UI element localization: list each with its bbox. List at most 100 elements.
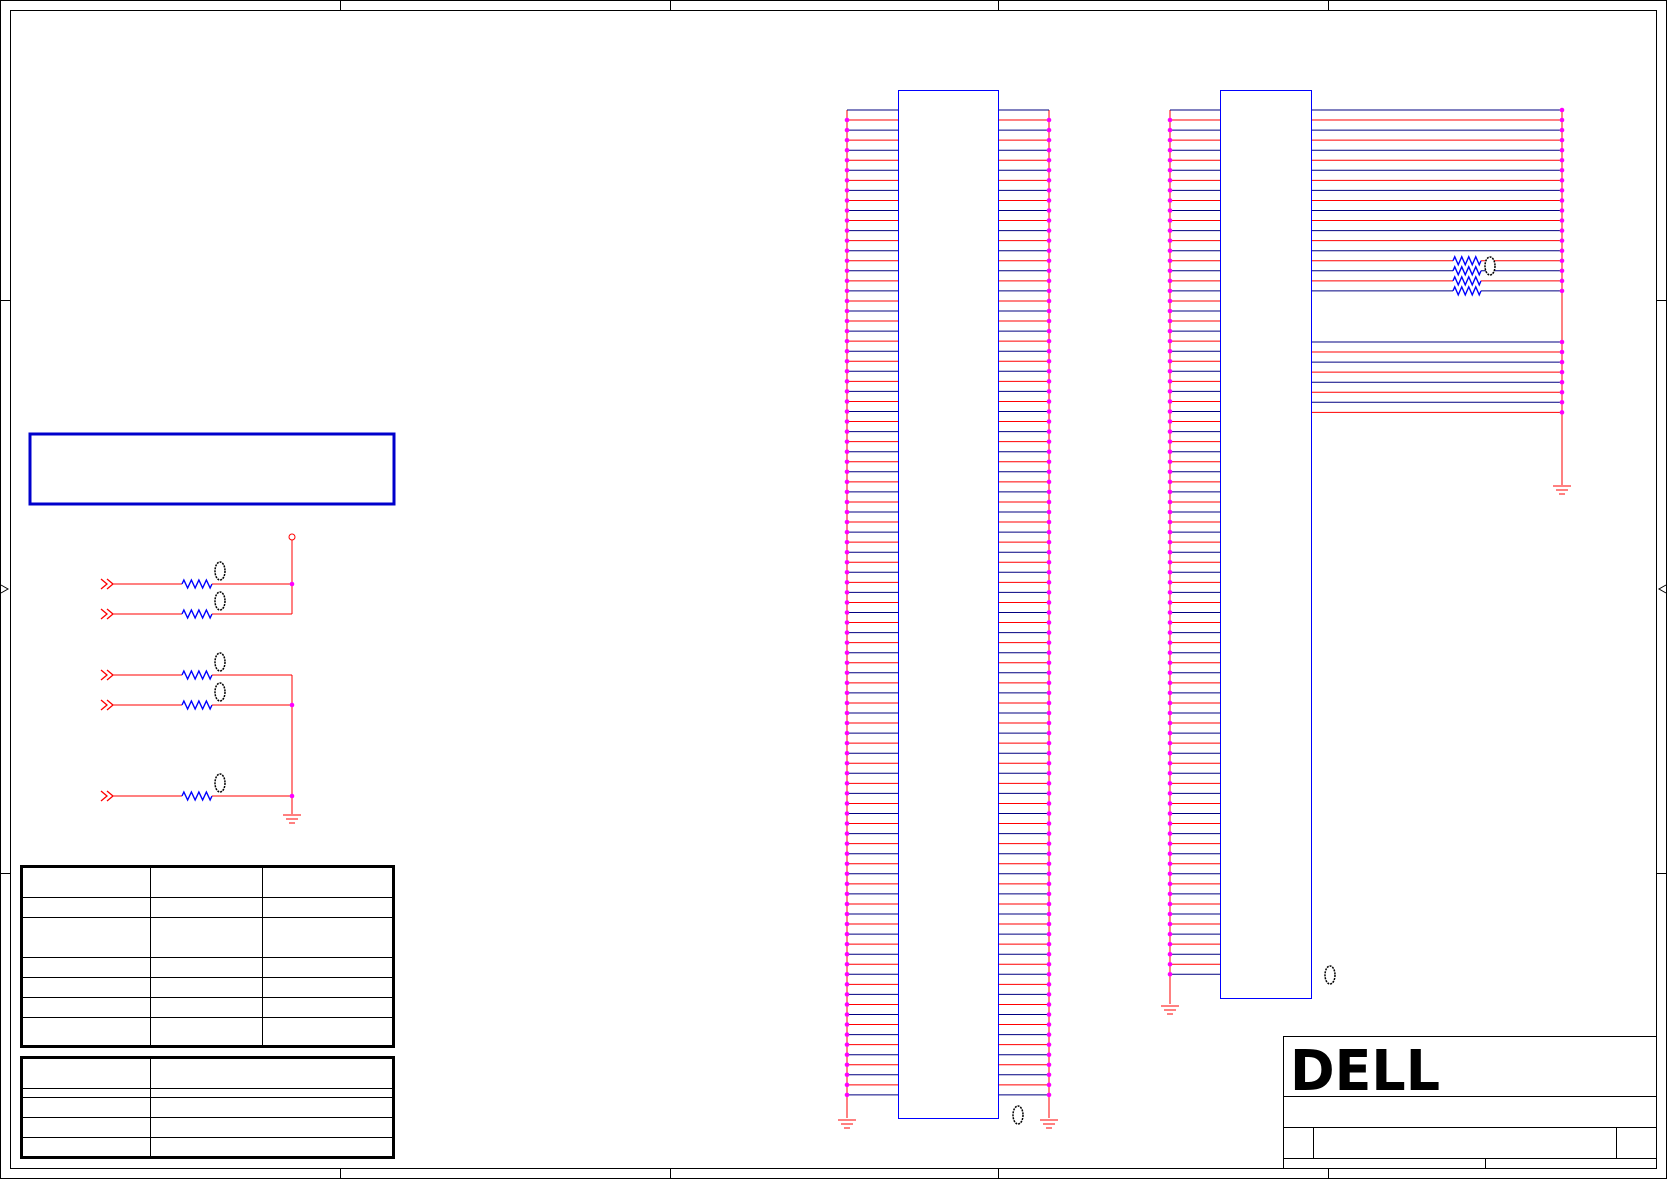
junction-dot <box>844 931 850 937</box>
resistor-r5 <box>181 790 213 802</box>
junction-dot <box>1167 338 1173 344</box>
junction-dot <box>1046 369 1052 374</box>
series-resistor <box>1452 285 1482 297</box>
junction-dot <box>1167 147 1173 153</box>
junction-dot <box>844 801 850 806</box>
junction-dot <box>1559 258 1565 264</box>
zone-arrow-icon <box>0 584 10 594</box>
junction-dot <box>844 549 850 555</box>
junction-dot <box>1046 610 1052 615</box>
connector-body <box>1220 90 1312 999</box>
junction-dot <box>1046 1052 1052 1057</box>
junction-dot <box>1046 690 1052 696</box>
junction-dot <box>1167 881 1173 887</box>
junction-dot <box>1167 700 1173 706</box>
junction-dot <box>1046 650 1052 655</box>
junction-dot <box>1046 519 1052 525</box>
junction-dot <box>1559 248 1565 253</box>
series-resistor <box>1452 255 1482 267</box>
junction-dot <box>844 690 850 696</box>
junction-dot <box>1167 851 1173 856</box>
junction-dot <box>1167 157 1173 163</box>
junction-dot <box>844 328 850 334</box>
junction-dot <box>1167 871 1173 877</box>
junction-dot <box>1046 318 1052 324</box>
junction-dot <box>1046 811 1052 816</box>
junction-dot <box>844 258 850 264</box>
junction-dot <box>844 178 850 183</box>
junction-dot <box>1046 1002 1052 1007</box>
junction-dot <box>1046 429 1052 434</box>
junction-dot <box>1167 781 1173 786</box>
junction-dot <box>844 147 850 153</box>
junction-dot <box>1046 539 1052 545</box>
connector-j1 <box>838 90 1058 1129</box>
junction-dot <box>1167 951 1173 957</box>
junction-dot <box>844 610 850 615</box>
junction-dot <box>1046 258 1052 264</box>
junction-dot <box>1046 1062 1052 1068</box>
junction-dot <box>844 479 850 485</box>
junction-dot <box>844 951 850 957</box>
junction-dot <box>844 188 850 193</box>
junction-dot <box>1046 469 1052 475</box>
junction-dot <box>1167 791 1173 796</box>
junction-dot <box>1167 660 1173 666</box>
junction-dot <box>1167 740 1173 746</box>
junction-dot <box>844 308 850 314</box>
resistor-r4 <box>181 699 213 711</box>
junction-dot <box>1167 821 1173 826</box>
junction-dot <box>844 1012 850 1017</box>
junction-dot <box>1046 419 1052 424</box>
junction-dot <box>1559 379 1565 385</box>
connector-j2 <box>1161 90 1571 1015</box>
junction-dot <box>1046 348 1052 354</box>
junction-dot <box>1046 338 1052 344</box>
junction-dot <box>1046 841 1052 846</box>
junction-dot <box>844 509 850 515</box>
junction-dot <box>844 992 850 997</box>
junction-dot <box>844 469 850 475</box>
junction-dot <box>1046 951 1052 957</box>
junction-dot <box>1046 891 1052 897</box>
junction-dot <box>1559 238 1565 243</box>
junction-dot <box>1167 921 1173 927</box>
junction-dot <box>1046 791 1052 796</box>
junction-dot <box>1046 208 1052 213</box>
junction-dot <box>1167 369 1173 374</box>
junction-dot <box>1167 188 1173 193</box>
junction-dot <box>1046 288 1052 294</box>
junction-dot <box>1559 117 1565 123</box>
junction-dot <box>844 389 850 394</box>
junction-dot <box>1046 570 1052 575</box>
junction-dot <box>1167 268 1173 274</box>
junction-dot <box>1046 821 1052 826</box>
junction-dot <box>1046 730 1052 736</box>
junction-dot <box>844 861 850 867</box>
junction-dot <box>1167 610 1173 615</box>
junction-dot <box>1046 771 1052 776</box>
junction-dot <box>1046 137 1052 143</box>
junction-dot <box>1046 157 1052 163</box>
junction-dot <box>289 793 295 799</box>
left-resistor-network <box>100 533 301 824</box>
series-resistor <box>1452 275 1482 287</box>
junction-dot <box>1559 178 1565 183</box>
junction-dot <box>1167 248 1173 253</box>
junction-dot <box>1167 529 1173 535</box>
junction-dot <box>844 781 850 786</box>
junction-dot <box>1167 409 1173 414</box>
junction-dot <box>1046 931 1052 937</box>
junction-dot <box>1559 278 1565 284</box>
offpage-connector-icon <box>100 699 115 711</box>
junction-dot <box>1167 972 1173 977</box>
junction-dot <box>1046 831 1052 836</box>
junction-dot <box>1167 640 1173 645</box>
junction-dot <box>1046 620 1052 625</box>
junction-dot <box>1167 931 1173 937</box>
junction-dot <box>1559 389 1565 395</box>
note-box <box>28 432 396 506</box>
schematic-sheet: DELL <box>0 0 1667 1179</box>
junction-dot <box>844 881 850 887</box>
junction-dot <box>1559 410 1565 415</box>
